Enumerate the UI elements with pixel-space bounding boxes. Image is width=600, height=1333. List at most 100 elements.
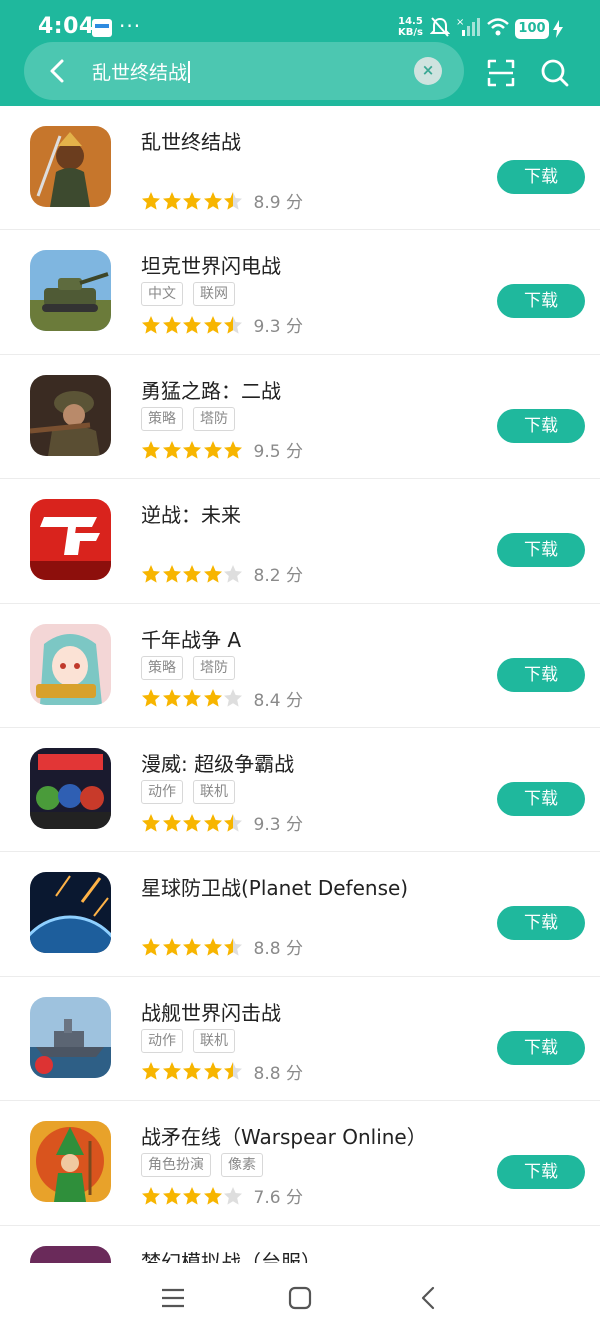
app-rating: 9.3 分 (141, 312, 303, 337)
app-rating: 8.9 分 (141, 188, 303, 213)
app-name[interactable]: 乱世终结战 (141, 126, 241, 155)
list-item[interactable]: 战舰世界闪击战 动作 联机 8.8 分 下载 (0, 977, 600, 1102)
star-rating (141, 688, 244, 709)
status-more-dots: ··· (119, 14, 142, 38)
svg-text:×: × (456, 17, 464, 28)
download-button[interactable]: 下载 (497, 657, 585, 692)
list-item[interactable]: 坦克世界闪电战中文 联网 9.3 分 下载 (0, 230, 600, 355)
search-box[interactable]: 乱世终结战 × (24, 42, 464, 100)
app-name[interactable]: 漫威: 超级争霸战 (141, 748, 294, 777)
app-name[interactable]: 坦克世界闪电战 (141, 250, 281, 279)
list-item[interactable]: 乱世终结战 8.9 分 下载 (0, 106, 600, 231)
star-icon (142, 564, 160, 583)
app-tags: 中文 联网 (141, 282, 245, 307)
tf-logo-icon[interactable] (30, 499, 111, 581)
app-tag: 联网 (193, 282, 235, 307)
rating-unit: 分 (285, 1188, 303, 1209)
rating-score: 7.6 分 (254, 1183, 303, 1208)
download-button[interactable]: 下载 (497, 408, 585, 443)
list-item[interactable]: 逆战：未来 8.2 分 下载 (0, 479, 600, 604)
app-tag: 策略 (141, 406, 183, 431)
star-icon (142, 1062, 160, 1081)
search-results-list: 乱世终结战 8.9 分下载 坦克世界闪电战 中文 联网 9.3 分下载 勇猛之路：二战 策略塔… (0, 106, 600, 1263)
back-icon[interactable] (416, 1285, 442, 1311)
soldier-icon[interactable] (30, 374, 111, 456)
star-icon (224, 564, 242, 583)
app-name[interactable]: 战舰世界闪击战 (141, 997, 281, 1026)
list-item[interactable]: 战矛在线（Warspear Online） 角色扮演 像素 7.6 分 下载 (0, 1101, 600, 1226)
app-tags: 角色扮演 像素 (141, 1153, 273, 1178)
rating-value: 8.8 (253, 939, 281, 960)
star-icon (224, 938, 242, 956)
download-button[interactable]: 下载 (497, 533, 585, 568)
network-speed: 14.5 KB/s (398, 16, 423, 38)
download-button[interactable]: 下载 (497, 284, 585, 319)
app-tags: 策略 塔防 (141, 655, 245, 680)
rating-value: 9.3 (253, 814, 281, 835)
app-tag: 像素 (221, 1153, 263, 1178)
star-rating (141, 315, 244, 336)
star-rating (141, 1061, 244, 1082)
star-rating (141, 563, 244, 584)
list-item[interactable]: 千年战争 A 策略 塔防 8.4 分 下载 (0, 604, 600, 728)
marvel-heroes-icon[interactable] (30, 747, 111, 829)
warrior-icon[interactable] (30, 126, 111, 207)
list-item[interactable]: 梦幻模拟战（台服） (0, 1226, 600, 1263)
download-button[interactable]: 下载 (497, 1155, 585, 1190)
app-tag: 中文 (141, 282, 183, 307)
app-rating: 7.6 分 (141, 1183, 303, 1208)
app-name[interactable]: 逆战：未来 (141, 499, 241, 528)
rating-value: 9.3 (253, 317, 281, 338)
battleship-icon[interactable] (30, 996, 111, 1078)
menu-icon[interactable] (160, 1285, 186, 1311)
back-arrow-icon[interactable] (44, 57, 72, 85)
rating-value: 8.2 (253, 566, 281, 587)
app-tags: 动作 联机 (141, 779, 245, 804)
planet-meteor-icon[interactable] (30, 872, 111, 954)
clear-search-button[interactable]: × (414, 57, 442, 85)
star-icon (162, 1186, 181, 1205)
tank-icon[interactable] (30, 250, 111, 332)
star-icon (203, 564, 222, 583)
download-button[interactable]: 下载 (497, 1030, 585, 1065)
download-button[interactable]: 下载 (497, 906, 585, 941)
scan-icon[interactable] (486, 58, 516, 88)
star-icon (183, 316, 201, 334)
fantasy-icon[interactable] (30, 1245, 111, 1263)
anime-girl-icon[interactable] (30, 623, 111, 705)
list-item[interactable]: 漫威: 超级争霸战 动作 联机 9.3 分 下载 (0, 728, 600, 853)
list-item[interactable]: 勇猛之路：二战 策略 塔防 9.5 分 下载 (0, 355, 600, 480)
app-name[interactable]: 勇猛之路：二战 (141, 375, 281, 404)
star-icon (183, 1062, 201, 1081)
app-tag: 策略 (141, 655, 183, 680)
app-rating: 8.2 分 (141, 561, 303, 586)
search-query-text: 乱世终结战 (92, 62, 188, 84)
rating-unit: 分 (285, 193, 303, 213)
star-icon (183, 191, 201, 210)
star-icon (203, 440, 222, 459)
app-rating: 8.4 分 (141, 686, 303, 711)
star-icon (224, 1186, 242, 1205)
list-item[interactable]: 星球防卫战(Planet Defense) 8.8 分 下载 (0, 852, 600, 977)
search-input[interactable]: 乱世终结战 (92, 58, 190, 85)
rating-value: 7.6 (253, 1188, 281, 1209)
app-name[interactable]: 千年战争 A (141, 624, 241, 653)
rating-unit: 分 (285, 441, 303, 462)
app-name[interactable]: 梦幻模拟战（台服） (141, 1246, 321, 1263)
rating-unit: 分 (285, 566, 303, 587)
home-icon[interactable] (287, 1285, 313, 1311)
download-button[interactable]: 下载 (497, 160, 585, 194)
app-rating: 8.8 分 (141, 1059, 303, 1084)
app-name[interactable]: 星球防卫战(Planet Defense) (141, 872, 408, 901)
rating-score: 9.5 分 (254, 437, 303, 462)
rating-score: 8.2 分 (254, 561, 303, 586)
app-name[interactable]: 战矛在线（Warspear Online） (141, 1121, 427, 1150)
search-icon[interactable] (540, 58, 570, 88)
app-tag: 动作 (141, 779, 183, 804)
download-button[interactable]: 下载 (497, 781, 585, 816)
rating-unit: 分 (285, 690, 303, 711)
wizard-icon[interactable] (30, 1121, 111, 1203)
status-time: 4:04 (38, 14, 95, 39)
rating-score: 9.3 分 (254, 312, 303, 337)
app-tags: 动作 联机 (141, 1028, 245, 1053)
